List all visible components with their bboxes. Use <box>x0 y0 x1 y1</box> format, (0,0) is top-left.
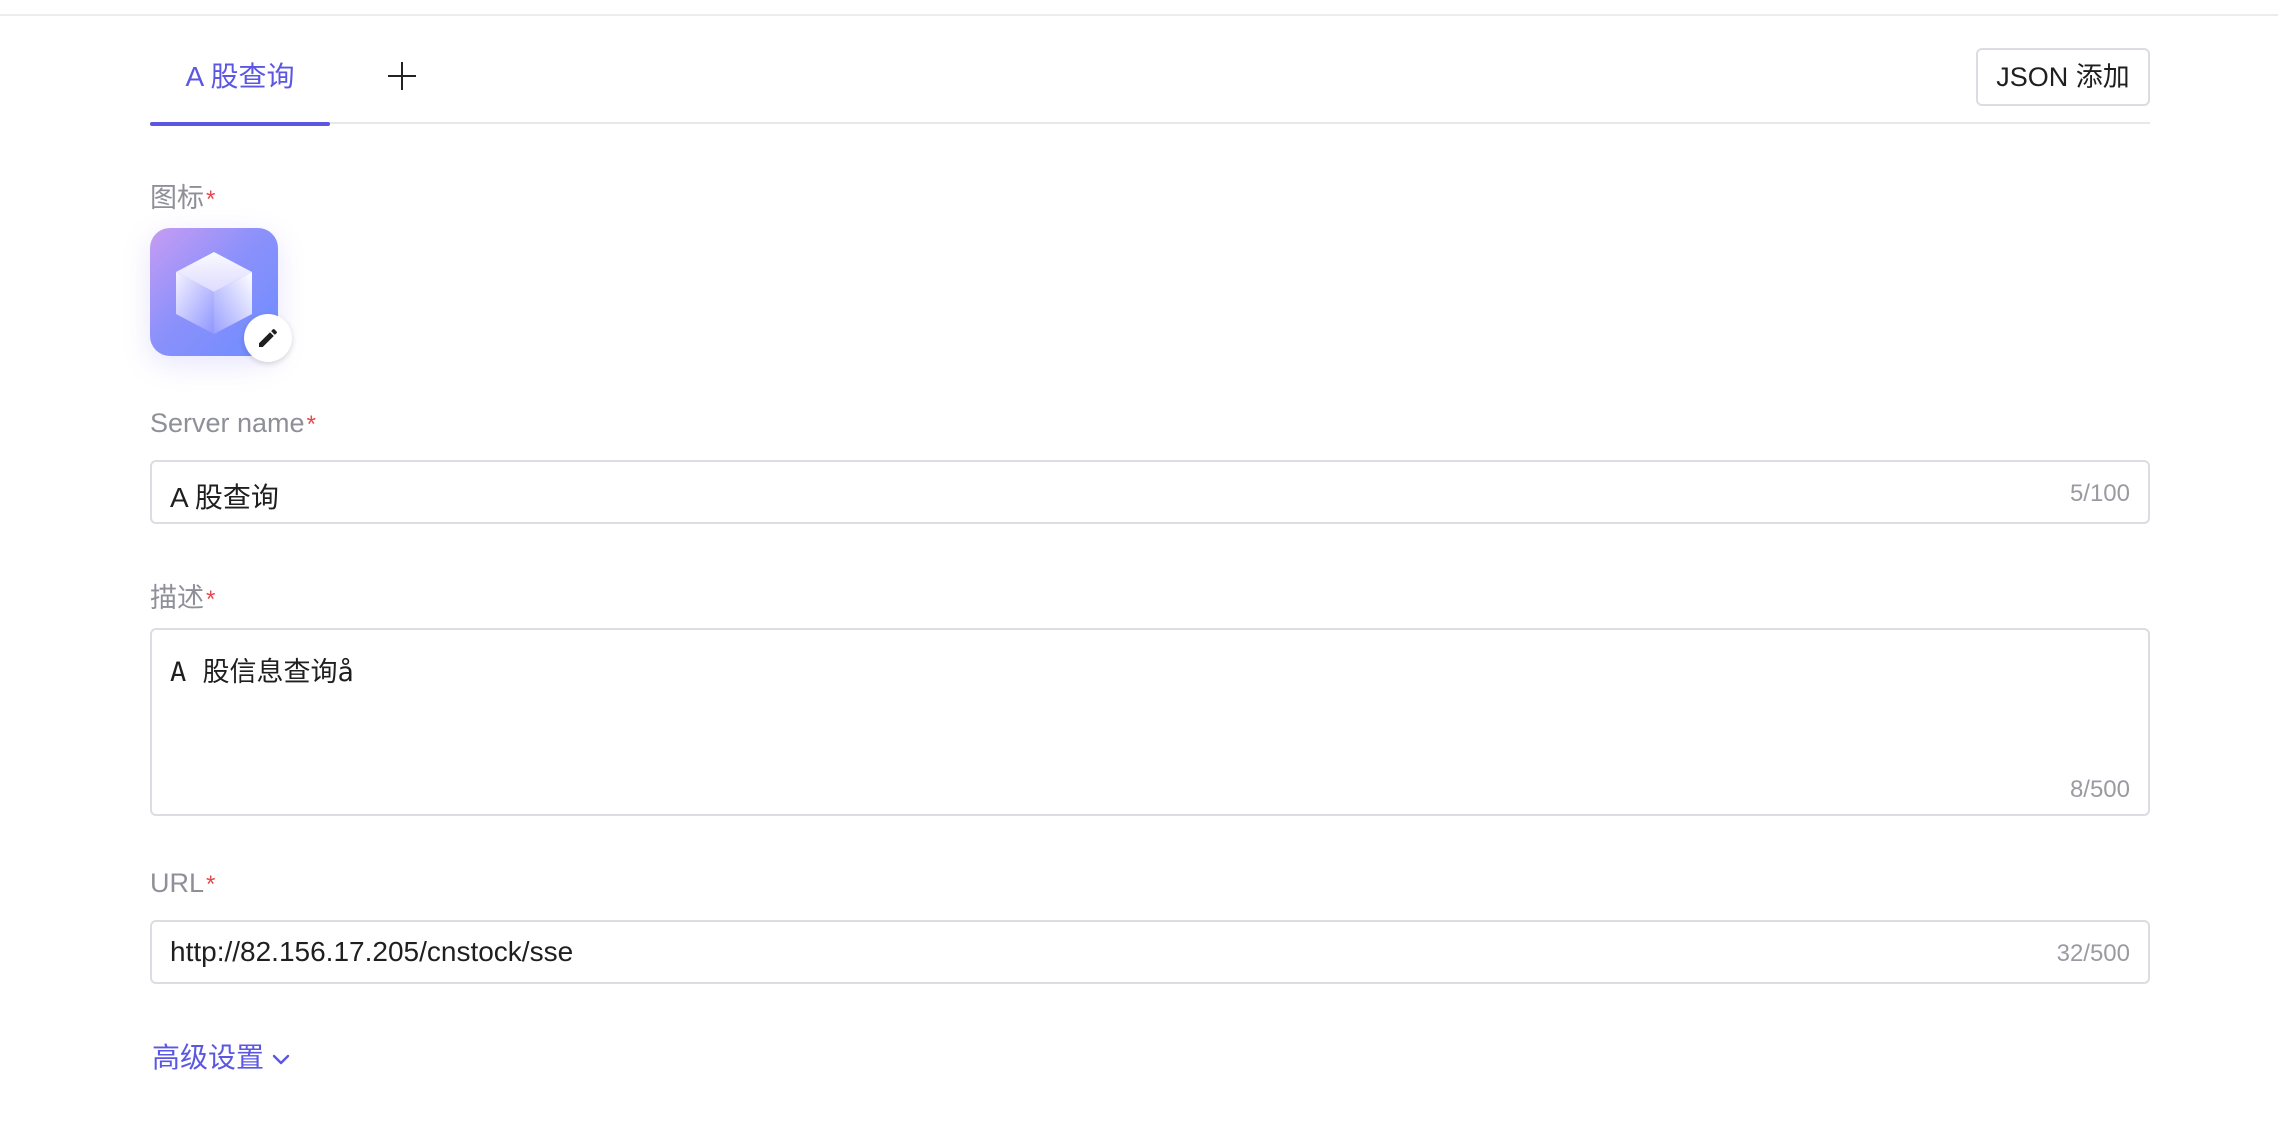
server-name-label: Server name* <box>150 408 316 439</box>
server-name-label-text: Server name <box>150 408 305 438</box>
server-icon-picker[interactable] <box>150 228 292 362</box>
tab-bar: A 股查询 JSON 添加 <box>150 46 2150 126</box>
url-char-count: 32/500 <box>2056 940 2130 967</box>
advanced-settings-toggle[interactable]: 高级设置 <box>152 1036 290 1076</box>
url-label: URL* <box>150 868 215 899</box>
active-tab-indicator <box>150 122 330 126</box>
url-input[interactable]: http://82.156.17.205/cnstock/sse 32/500 <box>150 920 2150 984</box>
icon-label: 图标* <box>150 176 215 215</box>
description-char-count: 8/500 <box>2069 776 2130 803</box>
pencil-icon <box>259 329 277 347</box>
required-mark: * <box>206 871 216 898</box>
description-value: A 股信息查询å <box>170 657 354 688</box>
server-name-value: A 股查询 <box>170 482 279 513</box>
description-label-text: 描述 <box>150 583 204 613</box>
tab-a-stock-query[interactable]: A 股查询 <box>150 46 330 126</box>
description-textarea[interactable]: A 股信息查询å 8/500 <box>150 628 2150 816</box>
url-label-text: URL <box>150 868 205 898</box>
plus-icon[interactable] <box>380 54 424 98</box>
server-name-input[interactable]: A 股查询 5/100 <box>150 460 2150 524</box>
required-mark: * <box>206 586 216 613</box>
icon-label-text: 图标 <box>150 183 204 213</box>
json-add-button[interactable]: JSON 添加 <box>1976 48 2150 106</box>
server-name-char-count: 5/100 <box>2069 480 2130 507</box>
required-mark: * <box>206 186 216 213</box>
description-label: 描述* <box>150 576 215 615</box>
tab-divider <box>330 122 370 124</box>
tab-label: A 股查询 <box>185 61 295 92</box>
chevron-down-icon <box>272 1054 290 1064</box>
required-mark: * <box>306 411 316 438</box>
edit-icon-button[interactable] <box>244 314 292 362</box>
advanced-settings-label: 高级设置 <box>152 1042 265 1073</box>
url-value: http://82.156.17.205/cnstock/sse <box>170 936 574 967</box>
cube-icon <box>176 252 252 334</box>
server-form: A 股查询 JSON 添加 图标* Server name* A 股查询 5/1… <box>150 0 2150 1144</box>
